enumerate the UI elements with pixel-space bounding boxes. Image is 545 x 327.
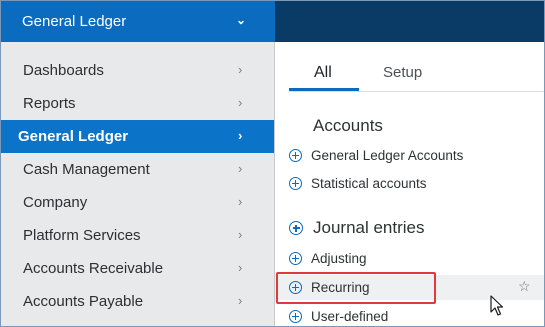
add-circle-icon (289, 177, 302, 190)
link-general-ledger-accounts[interactable]: General Ledger Accounts (275, 143, 545, 168)
sidebar-item-accounts-receivable[interactable]: Accounts Receivable › (0, 252, 274, 285)
sidebar-item-accounts-payable[interactable]: Accounts Payable › (0, 285, 274, 318)
sidebar-item-label: Company (23, 194, 88, 211)
tab-all[interactable]: All (314, 64, 332, 82)
sidebar-item-label: General Ledger (18, 128, 129, 145)
chevron-right-icon: › (238, 260, 243, 275)
sidebar-item-label: Accounts Receivable (23, 260, 164, 277)
link-user-defined[interactable]: User-defined (275, 304, 545, 327)
tab-setup[interactable]: Setup (383, 64, 422, 81)
sidebar-item-company[interactable]: Company › (0, 186, 274, 219)
link-adjusting[interactable]: Adjusting (275, 246, 545, 271)
sidebar-item-label: Platform Services (23, 227, 141, 244)
section-title-accounts: Accounts (313, 116, 383, 135)
add-circle-icon (289, 252, 302, 265)
app-switcher[interactable]: General Ledger ⌄ (0, 0, 275, 42)
link-label: General Ledger Accounts (311, 148, 464, 163)
sidebar: Dashboards › Reports › General Ledger › … (0, 42, 275, 327)
chevron-down-icon[interactable]: ⌄ (236, 13, 246, 27)
chevron-right-icon: › (238, 293, 243, 308)
sidebar-item-label: Cash Management (23, 161, 150, 178)
add-circle-icon[interactable] (289, 221, 303, 235)
link-label: Statistical accounts (311, 176, 427, 191)
app-switcher-label: General Ledger (22, 12, 127, 30)
sidebar-item-reports[interactable]: Reports › (0, 87, 274, 120)
add-circle-icon (289, 149, 302, 162)
chevron-right-icon: › (238, 161, 243, 176)
add-circle-icon (289, 310, 302, 323)
sidebar-item-label: Dashboards (23, 62, 104, 79)
link-label: User-defined (311, 309, 389, 324)
sidebar-item-platform-services[interactable]: Platform Services › (0, 219, 274, 252)
sidebar-item-label: Accounts Payable (23, 293, 144, 310)
sidebar-item-label: Reports (23, 95, 76, 112)
sidebar-item-general-ledger[interactable]: General Ledger › (0, 120, 274, 153)
tab-divider (289, 91, 545, 92)
app-frame: General Ledger ⌄ Dashboards › Reports › … (0, 0, 545, 327)
sidebar-item-cash-management[interactable]: Cash Management › (0, 153, 274, 186)
top-bar (275, 0, 545, 42)
sidebar-item-dashboards[interactable]: Dashboards › (0, 54, 274, 87)
link-label: Adjusting (311, 251, 367, 266)
mouse-pointer-icon (490, 295, 504, 316)
section-title-journal-entries: Journal entries (289, 218, 425, 238)
chevron-right-icon: › (238, 95, 243, 110)
highlight-annotation (276, 272, 436, 304)
section-title-label: Journal entries (313, 218, 425, 237)
chevron-right-icon: › (238, 227, 243, 242)
star-icon[interactable]: ☆ (518, 278, 531, 295)
chevron-right-icon: › (238, 62, 243, 77)
link-statistical-accounts[interactable]: Statistical accounts (275, 171, 545, 196)
chevron-right-icon: › (238, 194, 243, 209)
chevron-right-icon: › (238, 128, 243, 143)
